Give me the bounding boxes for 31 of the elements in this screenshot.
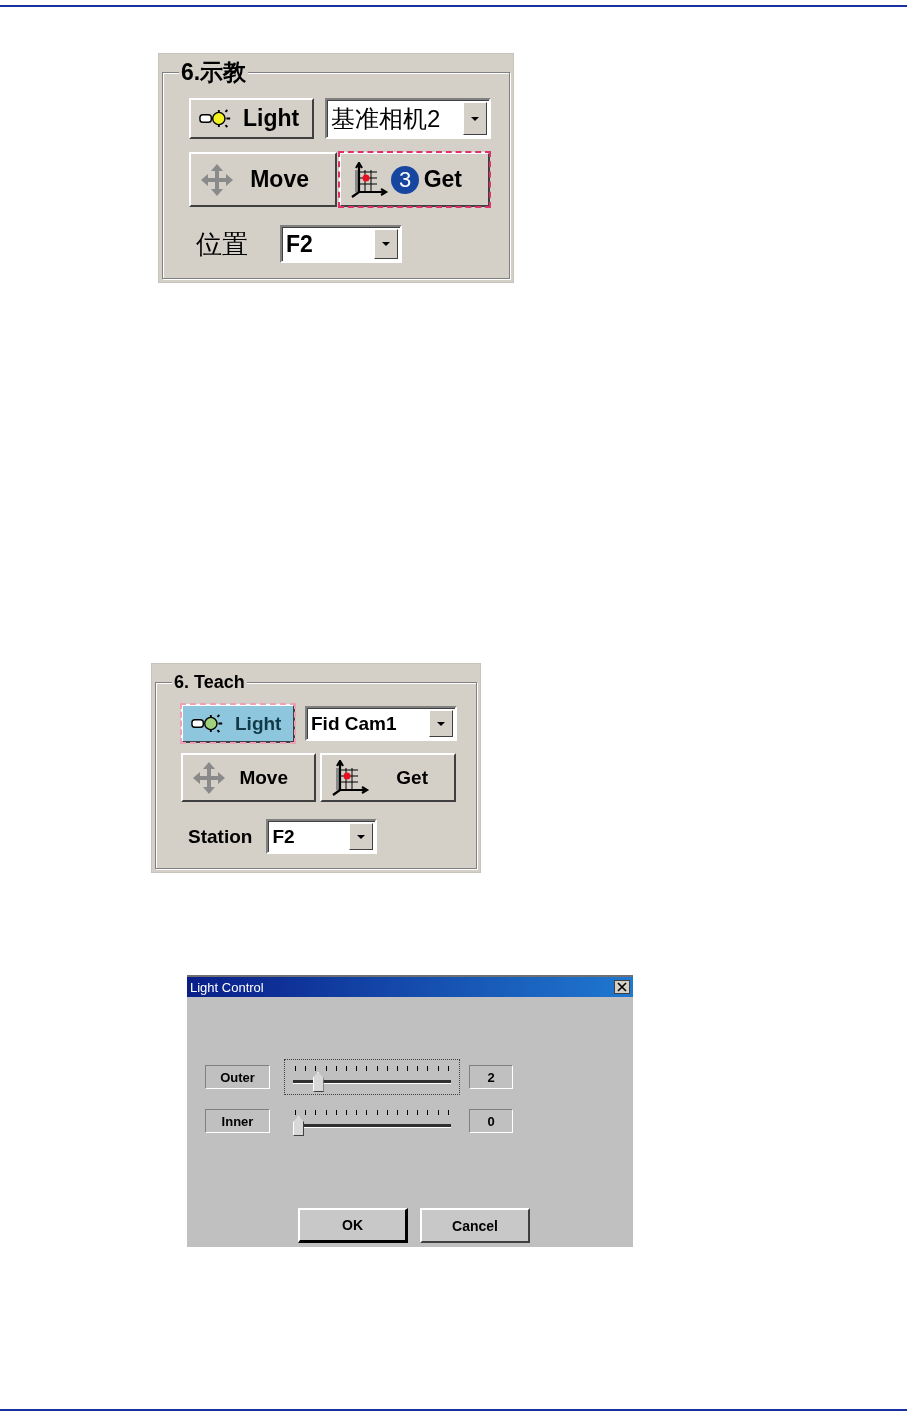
slider-value: 0 <box>469 1109 513 1133</box>
slider-label: Outer <box>205 1065 270 1089</box>
light-button[interactable]: Light <box>189 98 314 139</box>
bulb-icon <box>191 714 225 733</box>
move-button[interactable]: Move <box>181 753 316 802</box>
close-icon[interactable] <box>614 980 630 994</box>
axes-icon <box>349 161 389 198</box>
slider-thumb[interactable] <box>312 1072 324 1092</box>
caret-icon <box>381 241 391 247</box>
station-dropdown[interactable]: F2 <box>266 819 378 854</box>
window-title: Light Control <box>190 979 264 995</box>
camera-dropdown[interactable]: Fid Cam1 <box>305 706 457 741</box>
slider-thumb[interactable] <box>293 1116 304 1136</box>
move-button[interactable]: Move <box>189 152 337 207</box>
group-title: 6.示教 <box>179 60 249 84</box>
caret-icon <box>470 115 480 122</box>
station-dropdown[interactable]: F2 <box>280 225 402 263</box>
light-button[interactable]: Light <box>181 704 295 743</box>
get-button[interactable]: Get <box>320 753 456 802</box>
camera-dropdown[interactable]: 基准相机2 <box>325 98 491 139</box>
caret-icon <box>436 720 446 727</box>
dialog-button[interactable]: OK <box>298 1208 408 1243</box>
bulb-icon <box>199 109 233 128</box>
station-label: 位置 <box>196 227 248 261</box>
slider-value: 2 <box>469 1065 513 1089</box>
station-label: Station <box>188 825 253 848</box>
dialog-button[interactable]: Cancel <box>420 1208 530 1243</box>
caret-icon <box>356 833 367 840</box>
slider-label: Inner <box>205 1109 270 1133</box>
axes-icon <box>330 759 370 796</box>
slider[interactable] <box>284 1059 460 1095</box>
